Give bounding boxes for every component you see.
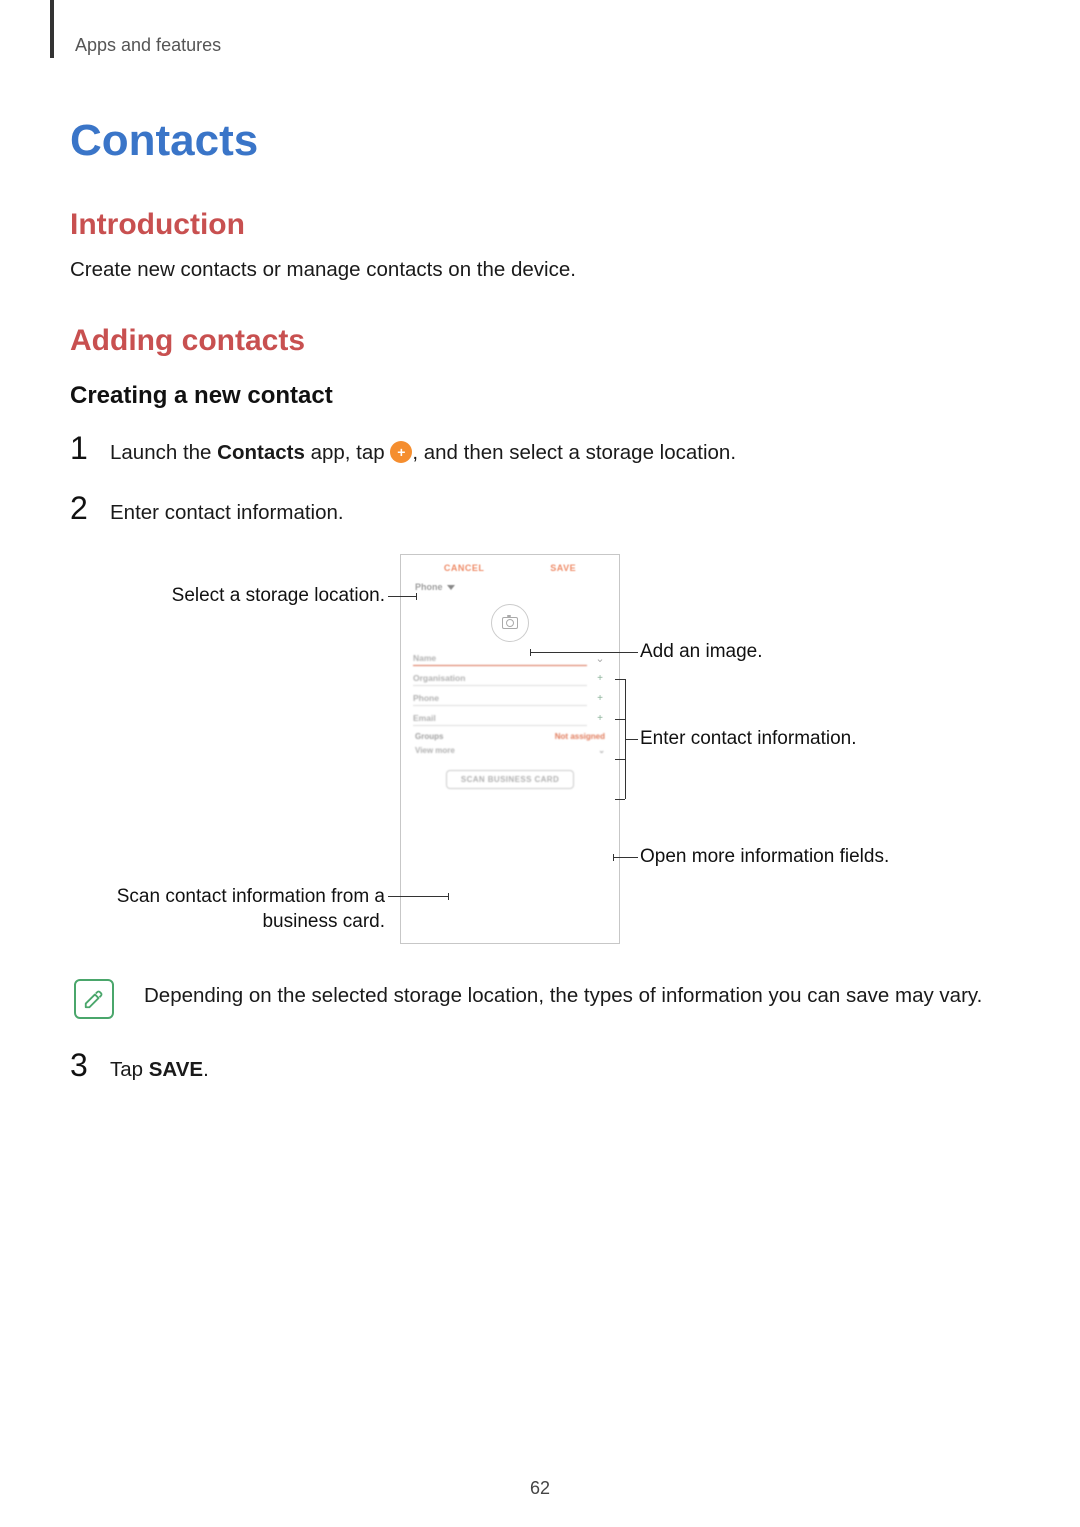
page-number: 62 xyxy=(0,1478,1080,1499)
step-body: Tap SAVE. xyxy=(110,1055,209,1085)
groups-value: Not assigned xyxy=(555,732,605,741)
field-phone: Phone xyxy=(413,690,587,706)
chevron-down-icon: ⌄ xyxy=(593,651,607,665)
phone-mockup: CANCEL SAVE Phone Name⌄ Organisation+ Ph… xyxy=(400,554,620,944)
avatar-row xyxy=(401,596,619,648)
callout-select-storage: Select a storage location. xyxy=(115,585,385,607)
save-button: SAVE xyxy=(550,563,576,573)
step1-app-name: Contacts xyxy=(217,441,305,464)
intro-paragraph: Create new contacts or manage contacts o… xyxy=(70,258,1010,282)
section-heading-adding-contacts: Adding contacts xyxy=(70,324,1010,358)
add-contact-icon: + xyxy=(390,441,412,463)
callout-add-image: Add an image. xyxy=(640,641,763,663)
view-more-row: View more ⌄ xyxy=(401,743,619,758)
callout-tick xyxy=(416,593,417,600)
field-email: Email xyxy=(413,710,587,726)
callout-line xyxy=(388,896,448,897)
callout-line xyxy=(615,679,625,680)
callout-line xyxy=(615,799,625,800)
step3-save-label: SAVE xyxy=(149,1058,203,1081)
callout-tick xyxy=(613,854,614,861)
step1-pre: Launch the xyxy=(110,441,217,464)
callout-scan-card: Scan contact information from a business… xyxy=(115,885,385,934)
step-1: 1 Launch the Contacts app, tap +, and th… xyxy=(70,430,1010,468)
step-number: 1 xyxy=(70,430,110,467)
step1-post: , and then select a storage location. xyxy=(412,441,736,464)
scan-business-card-button: SCAN BUSINESS CARD xyxy=(446,770,574,789)
callout-line xyxy=(613,857,638,858)
callout-line xyxy=(530,652,638,653)
add-field-icon: + xyxy=(593,671,607,685)
page-corner-border xyxy=(50,0,54,58)
callout-tick xyxy=(448,893,449,900)
note-block: Depending on the selected storage locati… xyxy=(74,979,1010,1019)
add-field-icon: + xyxy=(593,691,607,705)
cancel-button: CANCEL xyxy=(444,563,485,573)
pencil-note-icon xyxy=(83,988,105,1010)
step-3: 3 Tap SAVE. xyxy=(70,1047,1010,1085)
callout-tick xyxy=(530,649,531,656)
groups-label: Groups xyxy=(415,732,443,741)
subsection-heading-creating-contact: Creating a new contact xyxy=(70,382,1010,410)
callout-more-fields: Open more information fields. xyxy=(640,846,889,868)
step-number: 3 xyxy=(70,1047,110,1084)
add-image-button xyxy=(491,604,529,642)
callout-enter-info: Enter contact information. xyxy=(640,728,857,750)
phone-header: CANCEL SAVE xyxy=(401,555,619,579)
breadcrumb: Apps and features xyxy=(75,35,1010,56)
note-text: Depending on the selected storage locati… xyxy=(144,981,982,1011)
chevron-down-icon: ⌄ xyxy=(598,746,605,755)
callout-line xyxy=(625,739,638,740)
step1-mid: app, tap xyxy=(305,441,390,464)
field-organisation: Organisation xyxy=(413,670,587,686)
callout-line xyxy=(388,596,416,597)
step3-post: . xyxy=(203,1058,209,1081)
step3-pre: Tap xyxy=(110,1058,149,1081)
note-icon xyxy=(74,979,114,1019)
view-more-label: View more xyxy=(415,746,455,755)
step-number: 2 xyxy=(70,490,110,527)
groups-row: Groups Not assigned xyxy=(401,728,619,743)
camera-icon xyxy=(502,617,518,629)
storage-selector: Phone xyxy=(401,579,619,596)
storage-selector-label: Phone xyxy=(415,582,443,592)
step-body: Enter contact information. xyxy=(110,498,344,528)
diagram-new-contact-screen: CANCEL SAVE Phone Name⌄ Organisation+ Ph… xyxy=(115,549,965,949)
callout-line xyxy=(615,719,625,720)
step-2: 2 Enter contact information. xyxy=(70,490,1010,528)
step-body: Launch the Contacts app, tap +, and then… xyxy=(110,438,736,468)
callout-line xyxy=(615,759,625,760)
chevron-down-icon xyxy=(447,585,455,590)
page-title: Contacts xyxy=(70,116,1010,166)
section-heading-introduction: Introduction xyxy=(70,208,1010,242)
add-field-icon: + xyxy=(593,711,607,725)
